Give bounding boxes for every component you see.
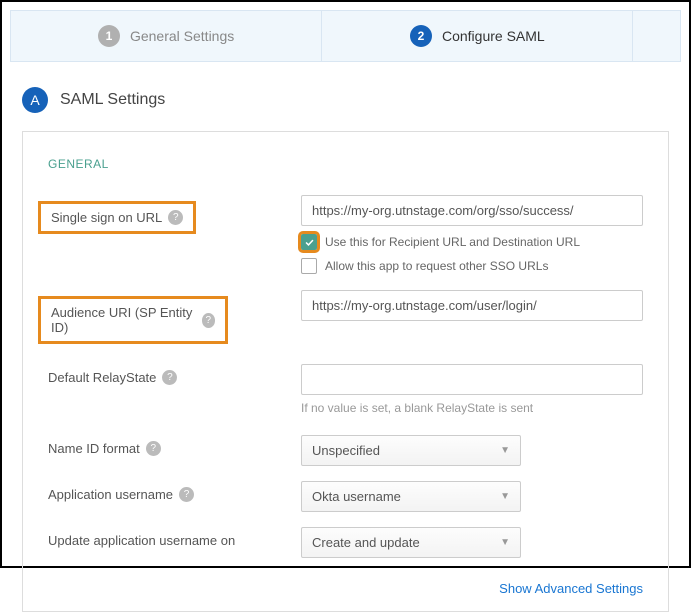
checkbox-row-other-sso: Allow this app to request other SSO URLs xyxy=(301,258,643,274)
select-value-app-username: Okta username xyxy=(312,489,401,504)
chevron-down-icon: ▼ xyxy=(500,537,510,548)
highlight-sso-url: Single sign on URL ? xyxy=(38,201,196,234)
section-title: SAML Settings xyxy=(60,91,165,109)
help-icon[interactable]: ? xyxy=(202,313,215,328)
row-sso-url: Single sign on URL ? Use this for Recipi… xyxy=(48,195,643,280)
select-update-username-on[interactable]: Create and update ▼ xyxy=(301,527,521,558)
select-value-name-id: Unspecified xyxy=(312,443,380,458)
section-header: A SAML Settings xyxy=(22,87,669,113)
checkbox-row-recipient: Use this for Recipient URL and Destinati… xyxy=(301,234,643,250)
input-sso-url[interactable] xyxy=(301,195,643,226)
saml-form-panel: GENERAL Single sign on URL ? Use this fo… xyxy=(22,131,669,612)
chevron-down-icon: ▼ xyxy=(500,491,510,502)
step-1-label: General Settings xyxy=(130,28,234,44)
label-sso-url: Single sign on URL xyxy=(51,210,162,225)
checkbox-label-recipient: Use this for Recipient URL and Destinati… xyxy=(325,235,580,249)
label-audience-uri: Audience URI (SP Entity ID) xyxy=(51,305,196,335)
step-general-settings[interactable]: 1 General Settings xyxy=(11,11,322,61)
label-update-on: Update application username on xyxy=(48,533,235,548)
input-relay-state[interactable] xyxy=(301,364,643,395)
row-update-username-on: Update application username on Create an… xyxy=(48,527,643,563)
step-1-circle: 1 xyxy=(98,25,120,47)
label-app-username: Application username xyxy=(48,487,173,502)
chevron-down-icon: ▼ xyxy=(500,445,510,456)
select-value-update-on: Create and update xyxy=(312,535,420,550)
input-audience-uri[interactable] xyxy=(301,290,643,321)
help-icon[interactable]: ? xyxy=(168,210,183,225)
show-advanced-link[interactable]: Show Advanced Settings xyxy=(499,581,643,596)
checkbox-label-other-sso: Allow this app to request other SSO URLs xyxy=(325,259,548,273)
section-badge: A xyxy=(22,87,48,113)
help-icon[interactable]: ? xyxy=(162,370,177,385)
step-configure-saml[interactable]: 2 Configure SAML xyxy=(322,11,633,61)
row-name-id-format: Name ID format ? Unspecified ▼ xyxy=(48,435,643,471)
help-icon[interactable]: ? xyxy=(146,441,161,456)
hint-relay-state: If no value is set, a blank RelayState i… xyxy=(301,401,643,415)
select-app-username[interactable]: Okta username ▼ xyxy=(301,481,521,512)
step-trailing xyxy=(633,11,680,61)
group-title-general: GENERAL xyxy=(48,157,643,171)
row-audience-uri: Audience URI (SP Entity ID) ? xyxy=(48,290,643,344)
checkbox-allow-other-sso[interactable] xyxy=(301,258,317,274)
check-icon xyxy=(304,237,315,248)
row-app-username: Application username ? Okta username ▼ xyxy=(48,481,643,517)
step-2-label: Configure SAML xyxy=(442,28,545,44)
label-relay-state: Default RelayState xyxy=(48,370,156,385)
label-name-id: Name ID format xyxy=(48,441,140,456)
advanced-link-row: Show Advanced Settings xyxy=(48,581,643,596)
row-relay-state: Default RelayState ? If no value is set,… xyxy=(48,364,643,415)
select-name-id-format[interactable]: Unspecified ▼ xyxy=(301,435,521,466)
wizard-progress: 1 General Settings 2 Configure SAML xyxy=(10,10,681,62)
step-2-circle: 2 xyxy=(410,25,432,47)
checkbox-use-recipient-destination[interactable] xyxy=(301,234,317,250)
highlight-audience-uri: Audience URI (SP Entity ID) ? xyxy=(38,296,228,344)
help-icon[interactable]: ? xyxy=(179,487,194,502)
